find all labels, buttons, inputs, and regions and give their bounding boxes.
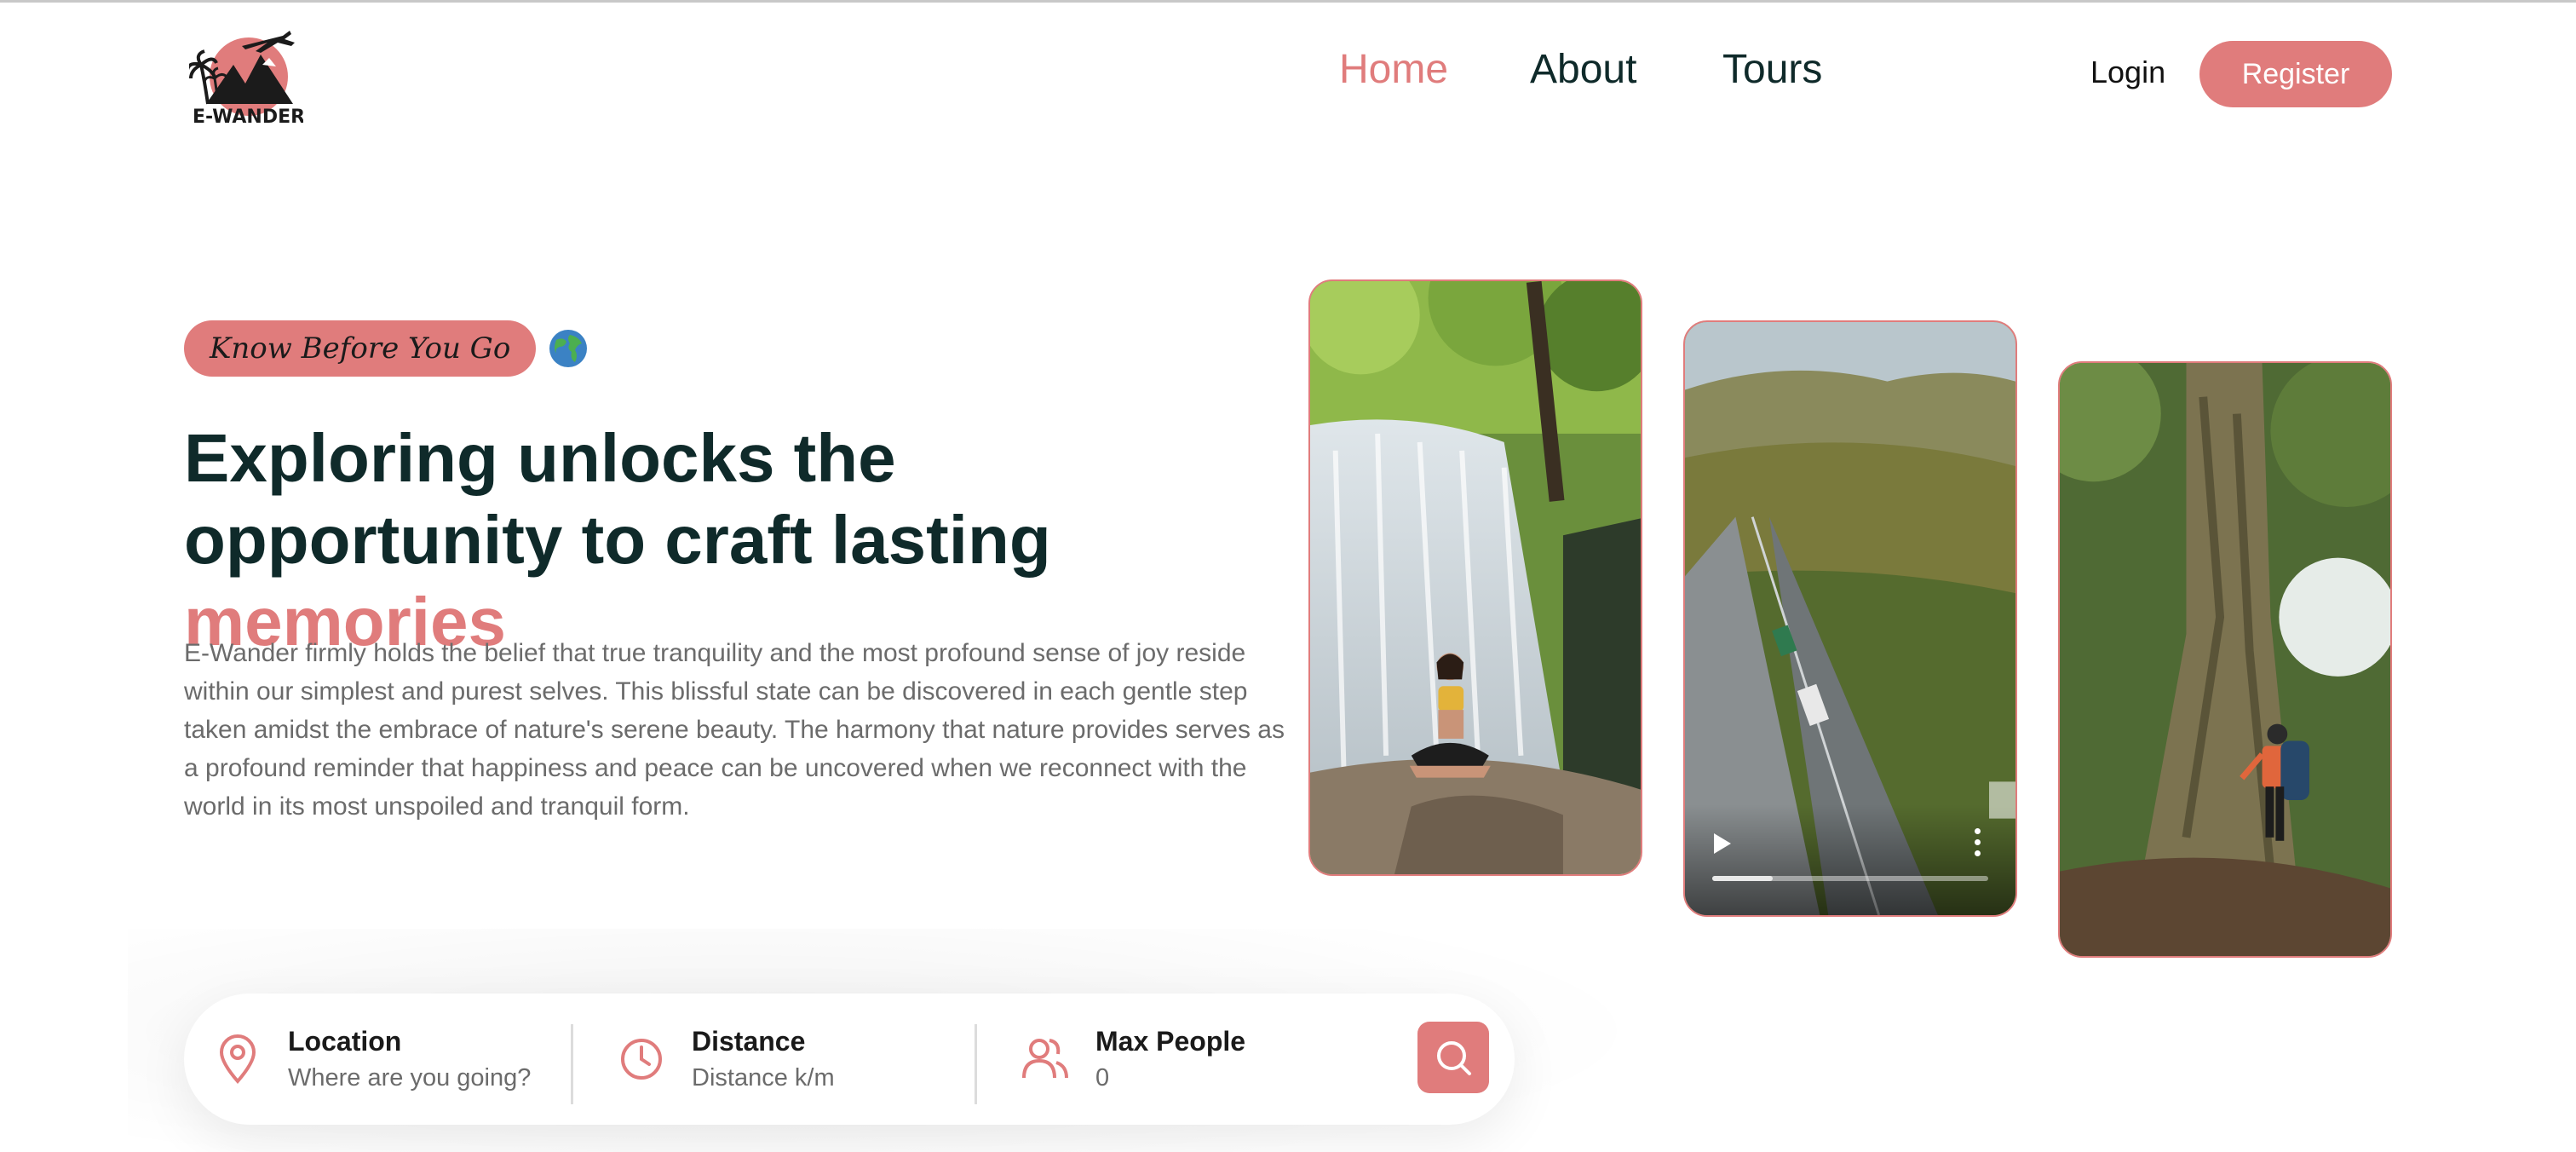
nav-tours[interactable]: Tours bbox=[1722, 46, 1822, 93]
hero-badge-row: Know Before You Go bbox=[184, 320, 589, 377]
location-field-text: Location bbox=[288, 1026, 561, 1092]
video-progress-bar[interactable] bbox=[1712, 876, 1988, 881]
video-progress-fill bbox=[1712, 876, 1774, 881]
brand-logo[interactable]: E-WANDER bbox=[186, 20, 305, 130]
login-button[interactable]: Login bbox=[2090, 55, 2165, 90]
max-people-field: Max People bbox=[1022, 994, 1368, 1125]
logo-graphic: E-WANDER bbox=[186, 31, 305, 128]
clock-icon bbox=[621, 1039, 662, 1080]
search-divider bbox=[975, 1024, 977, 1104]
hero-description: E-Wander firmly holds the belief that tr… bbox=[184, 639, 1285, 821]
location-input[interactable] bbox=[288, 1064, 561, 1092]
nav-home[interactable]: Home bbox=[1339, 46, 1448, 93]
waterfall-scene bbox=[1310, 281, 1641, 874]
search-icon bbox=[1437, 1041, 1471, 1075]
hero-title: Exploring unlocks the opportunity to cra… bbox=[184, 418, 1291, 663]
logo-text: E-WANDER bbox=[193, 107, 303, 128]
distance-field: Distance bbox=[618, 994, 964, 1125]
site-header: E-WANDER Home About Tours Login Register bbox=[0, 0, 2576, 145]
register-button[interactable]: Register bbox=[2199, 41, 2392, 107]
search-divider bbox=[571, 1024, 573, 1104]
hero-image-forest bbox=[2058, 361, 2392, 958]
users-icon bbox=[1022, 1039, 1068, 1079]
distance-field-text: Distance bbox=[692, 1026, 964, 1092]
play-icon[interactable] bbox=[1714, 833, 1731, 854]
forest-scene bbox=[2060, 363, 2390, 956]
more-options-icon[interactable] bbox=[1975, 828, 1981, 859]
hero-badge: Know Before You Go bbox=[184, 320, 537, 377]
distance-label: Distance bbox=[692, 1026, 806, 1057]
max-people-input[interactable] bbox=[1095, 1064, 1368, 1092]
map-pin-icon bbox=[219, 1034, 256, 1085]
max-people-label: Max People bbox=[1095, 1026, 1246, 1057]
location-label: Location bbox=[288, 1026, 402, 1057]
distance-input[interactable] bbox=[692, 1064, 964, 1092]
globe-icon bbox=[549, 330, 588, 367]
search-button[interactable] bbox=[1417, 1022, 1489, 1093]
nav-about[interactable]: About bbox=[1530, 46, 1636, 93]
trip-search-bar: Location Distance Max People bbox=[184, 994, 1515, 1125]
hero-video-highway[interactable] bbox=[1683, 320, 2017, 917]
max-people-field-text: Max People bbox=[1095, 1026, 1368, 1092]
hero-title-main: Exploring unlocks the opportunity to cra… bbox=[184, 420, 1051, 578]
volume-icon[interactable] bbox=[1879, 745, 2017, 855]
hero-image-waterfall bbox=[1308, 279, 1642, 876]
location-field: Location bbox=[215, 994, 561, 1125]
video-controls bbox=[1685, 781, 2015, 915]
